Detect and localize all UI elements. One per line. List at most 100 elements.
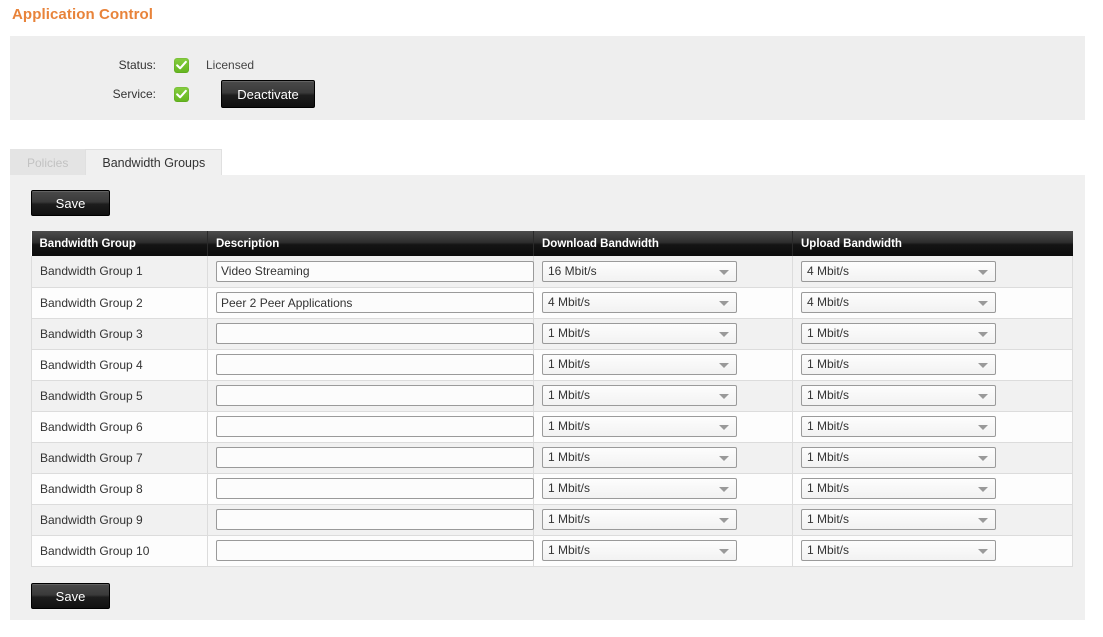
- cell-upload-bandwidth: 1 Mbit/s: [792, 442, 1073, 474]
- selected-value: 16 Mbit/s: [548, 263, 597, 278]
- selected-value: 1 Mbit/s: [807, 543, 850, 557]
- cell-download-bandwidth: 1 Mbit/s: [533, 442, 793, 474]
- cell-download-bandwidth: 4 Mbit/s: [533, 287, 793, 319]
- table-row: Bandwidth Group 4 1 Mbit/s 1 Mbit/s: [31, 349, 1073, 381]
- table-row: Bandwidth Group 3 1 Mbit/s 1 Mbit/s: [31, 318, 1073, 350]
- chevron-down-icon: [978, 269, 988, 275]
- description-input[interactable]: [216, 509, 534, 530]
- save-button-bottom[interactable]: Save: [31, 583, 110, 609]
- selected-value: 1 Mbit/s: [548, 450, 591, 464]
- description-input[interactable]: [216, 260, 534, 282]
- tab-bar: Policies Bandwidth Groups: [10, 148, 223, 176]
- description-input[interactable]: [216, 540, 534, 561]
- cell-upload-bandwidth: 1 Mbit/s: [792, 318, 1073, 350]
- download-bandwidth-select[interactable]: 16 Mbit/s: [542, 260, 737, 282]
- chevron-down-icon: [719, 487, 729, 492]
- download-bandwidth-select[interactable]: 1 Mbit/s: [542, 540, 737, 561]
- download-bandwidth-select[interactable]: 1 Mbit/s: [542, 385, 737, 406]
- description-input[interactable]: [216, 323, 534, 344]
- cell-description: [207, 504, 534, 536]
- cell-upload-bandwidth: 4 Mbit/s: [792, 256, 1073, 288]
- cell-upload-bandwidth: 1 Mbit/s: [792, 535, 1073, 567]
- cell-bandwidth-group: Bandwidth Group 4: [31, 349, 208, 381]
- table-header-row: Bandwidth Group Description Download Ban…: [31, 231, 1073, 256]
- cell-description: [207, 535, 534, 567]
- upload-bandwidth-select[interactable]: 1 Mbit/s: [801, 447, 996, 468]
- cell-bandwidth-group: Bandwidth Group 1: [31, 256, 208, 288]
- status-panel: Status: Licensed Service:: [10, 36, 1085, 120]
- chevron-down-icon: [719, 332, 729, 337]
- chevron-down-icon: [978, 394, 988, 399]
- description-input[interactable]: [216, 292, 534, 313]
- download-bandwidth-select[interactable]: 1 Mbit/s: [542, 447, 737, 468]
- chevron-down-icon: [719, 425, 729, 430]
- page-title: Application Control: [12, 6, 154, 23]
- download-bandwidth-select[interactable]: 1 Mbit/s: [542, 416, 737, 437]
- cell-download-bandwidth: 1 Mbit/s: [533, 473, 793, 505]
- selected-value: 4 Mbit/s: [807, 263, 850, 278]
- cell-description: [207, 318, 534, 350]
- selected-value: 1 Mbit/s: [807, 512, 850, 526]
- selected-value: 1 Mbit/s: [548, 326, 591, 340]
- cell-bandwidth-group: Bandwidth Group 6: [31, 411, 208, 443]
- chevron-down-icon: [978, 456, 988, 461]
- cell-bandwidth-group: Bandwidth Group 2: [31, 287, 208, 319]
- selected-value: 1 Mbit/s: [548, 357, 591, 371]
- column-header-upload-bandwidth: Upload Bandwidth: [792, 231, 1073, 256]
- chevron-down-icon: [978, 301, 988, 306]
- table-row: Bandwidth Group 10 1 Mbit/s 1 Mbit/s: [31, 535, 1073, 567]
- chevron-down-icon: [719, 549, 729, 554]
- upload-bandwidth-select[interactable]: 1 Mbit/s: [801, 416, 996, 437]
- chevron-down-icon: [719, 456, 729, 461]
- download-bandwidth-select[interactable]: 1 Mbit/s: [542, 323, 737, 344]
- checkbox-checked-icon[interactable]: [174, 86, 189, 102]
- description-input[interactable]: [216, 354, 534, 375]
- tab-bandwidth-groups[interactable]: Bandwidth Groups: [85, 149, 223, 176]
- description-input[interactable]: [216, 385, 534, 406]
- description-input[interactable]: [216, 447, 534, 468]
- table-row: Bandwidth Group 6 1 Mbit/s 1 Mbit/s: [31, 411, 1073, 443]
- tab-policies[interactable]: Policies: [10, 149, 86, 176]
- column-header-description: Description: [207, 231, 534, 256]
- description-input[interactable]: [216, 416, 534, 437]
- cell-upload-bandwidth: 1 Mbit/s: [792, 411, 1073, 443]
- selected-value: 4 Mbit/s: [807, 295, 850, 309]
- cell-description: [207, 473, 534, 505]
- save-button-top[interactable]: Save: [31, 190, 110, 216]
- upload-bandwidth-select[interactable]: 1 Mbit/s: [801, 509, 996, 530]
- upload-bandwidth-select[interactable]: 1 Mbit/s: [801, 540, 996, 561]
- cell-upload-bandwidth: 1 Mbit/s: [792, 504, 1073, 536]
- table-row: Bandwidth Group 2 4 Mbit/s 4 Mbit/s: [31, 287, 1073, 319]
- column-header-bandwidth-group: Bandwidth Group: [31, 231, 208, 256]
- selected-value: 1 Mbit/s: [548, 388, 591, 402]
- deactivate-button[interactable]: Deactivate: [221, 80, 315, 108]
- download-bandwidth-select[interactable]: 4 Mbit/s: [542, 292, 737, 313]
- cell-bandwidth-group: Bandwidth Group 10: [31, 535, 208, 567]
- cell-download-bandwidth: 1 Mbit/s: [533, 380, 793, 412]
- selected-value: 1 Mbit/s: [807, 357, 850, 371]
- chevron-down-icon: [719, 363, 729, 368]
- download-bandwidth-select[interactable]: 1 Mbit/s: [542, 354, 737, 375]
- chevron-down-icon: [719, 518, 729, 523]
- chevron-down-icon: [719, 301, 729, 306]
- status-label: Status:: [118, 58, 156, 72]
- chevron-down-icon: [719, 269, 729, 275]
- selected-value: 1 Mbit/s: [807, 388, 850, 402]
- download-bandwidth-select[interactable]: 1 Mbit/s: [542, 478, 737, 499]
- cell-description: [207, 256, 534, 288]
- table-row: Bandwidth Group 1 16 Mbit/s 4 Mbit/s: [31, 256, 1073, 288]
- table-row: Bandwidth Group 7 1 Mbit/s 1 Mbit/s: [31, 442, 1073, 474]
- download-bandwidth-select[interactable]: 1 Mbit/s: [542, 509, 737, 530]
- upload-bandwidth-select[interactable]: 4 Mbit/s: [801, 292, 996, 313]
- upload-bandwidth-select[interactable]: 1 Mbit/s: [801, 478, 996, 499]
- upload-bandwidth-select[interactable]: 1 Mbit/s: [801, 385, 996, 406]
- upload-bandwidth-select[interactable]: 4 Mbit/s: [801, 260, 996, 282]
- column-header-download-bandwidth: Download Bandwidth: [533, 231, 793, 256]
- table-row: Bandwidth Group 8 1 Mbit/s 1 Mbit/s: [31, 473, 1073, 505]
- cell-download-bandwidth: 1 Mbit/s: [533, 318, 793, 350]
- upload-bandwidth-select[interactable]: 1 Mbit/s: [801, 354, 996, 375]
- upload-bandwidth-select[interactable]: 1 Mbit/s: [801, 323, 996, 344]
- checkbox-checked-icon[interactable]: [174, 57, 189, 73]
- selected-value: 1 Mbit/s: [548, 543, 591, 557]
- description-input[interactable]: [216, 478, 534, 499]
